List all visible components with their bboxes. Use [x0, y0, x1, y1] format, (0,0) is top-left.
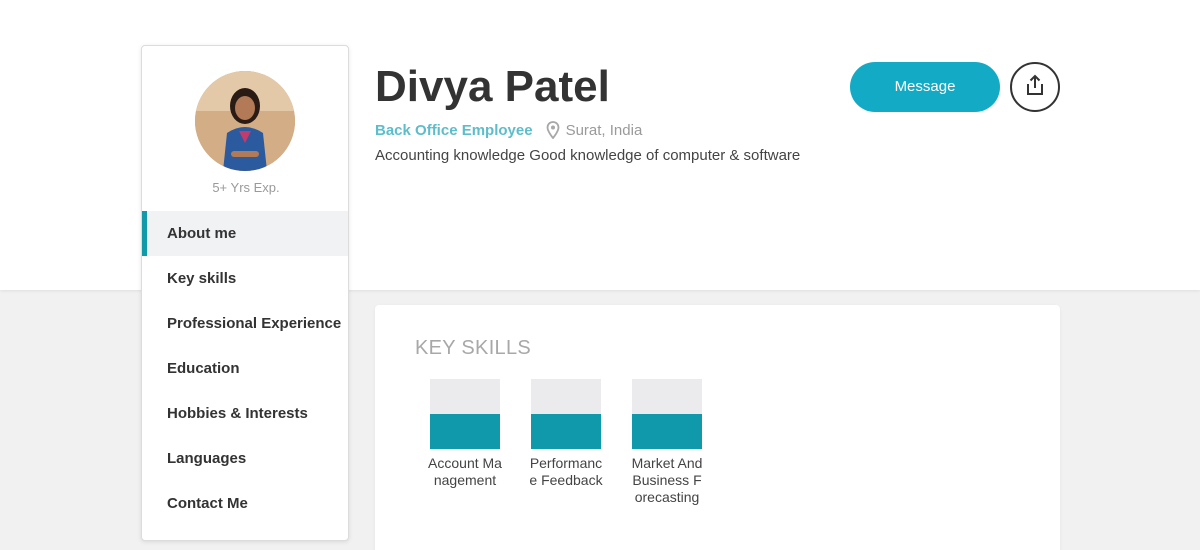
sidebar-nav: About me Key skills Professional Experie…: [142, 211, 348, 526]
sidebar-item-languages[interactable]: Languages: [142, 436, 348, 481]
sidebar-item-label: About me: [167, 225, 237, 242]
experience-label: 5+ Yrs Exp.: [212, 180, 280, 195]
sidebar-item-education[interactable]: Education: [142, 346, 348, 391]
profile-subtitle-row: Back Office Employee Surat, India: [375, 120, 642, 140]
message-button[interactable]: Message: [850, 62, 1000, 112]
skill-level-bar: [531, 379, 601, 449]
share-icon: [1025, 74, 1045, 101]
sidebar-item-label: Key skills: [167, 270, 237, 287]
key-skills-card: KEY SKILLS Account Management Performanc…: [375, 305, 1060, 550]
skill-item: Performance Feedback: [526, 379, 606, 489]
share-button[interactable]: [1010, 62, 1060, 112]
sidebar-item-about-me[interactable]: About me: [142, 211, 348, 256]
avatar: [195, 71, 295, 171]
skill-label: Performance Feedback: [529, 455, 603, 488]
sidebar-item-label: Contact Me: [167, 495, 248, 512]
job-title: Back Office Employee: [375, 121, 533, 139]
profile-sidebar: 5+ Yrs Exp. About me Key skills Professi…: [141, 45, 349, 541]
sidebar-item-label: Languages: [167, 450, 247, 467]
sidebar-item-contact-me[interactable]: Contact Me: [142, 481, 348, 526]
skill-label: Market And Business Forecasting: [631, 455, 703, 505]
skill-level-fill: [632, 414, 702, 449]
skill-level-bar: [632, 379, 702, 449]
skill-item: Market And Business Forecasting: [627, 379, 707, 506]
location-pin-icon: [546, 121, 560, 140]
sidebar-item-label: Professional Experience: [167, 315, 342, 332]
profile-summary: Accounting knowledge Good knowledge of c…: [375, 147, 801, 164]
sidebar-item-label: Hobbies & Interests: [167, 405, 308, 422]
skill-item: Account Management: [425, 379, 505, 489]
sidebar-item-hobbies-interests[interactable]: Hobbies & Interests: [142, 391, 348, 436]
skill-label: Account Management: [428, 455, 502, 488]
sidebar-item-professional-experience[interactable]: Professional Experience: [142, 301, 348, 346]
key-skills-title: KEY SKILLS: [415, 337, 532, 359]
sidebar-item-label: Education: [167, 360, 240, 377]
skill-level-bar: [430, 379, 500, 449]
profile-name: Divya Patel: [375, 62, 610, 111]
skill-level-fill: [531, 414, 601, 449]
location-text: Surat, India: [565, 121, 643, 139]
skill-level-fill: [430, 414, 500, 449]
sidebar-item-key-skills[interactable]: Key skills: [142, 256, 348, 301]
